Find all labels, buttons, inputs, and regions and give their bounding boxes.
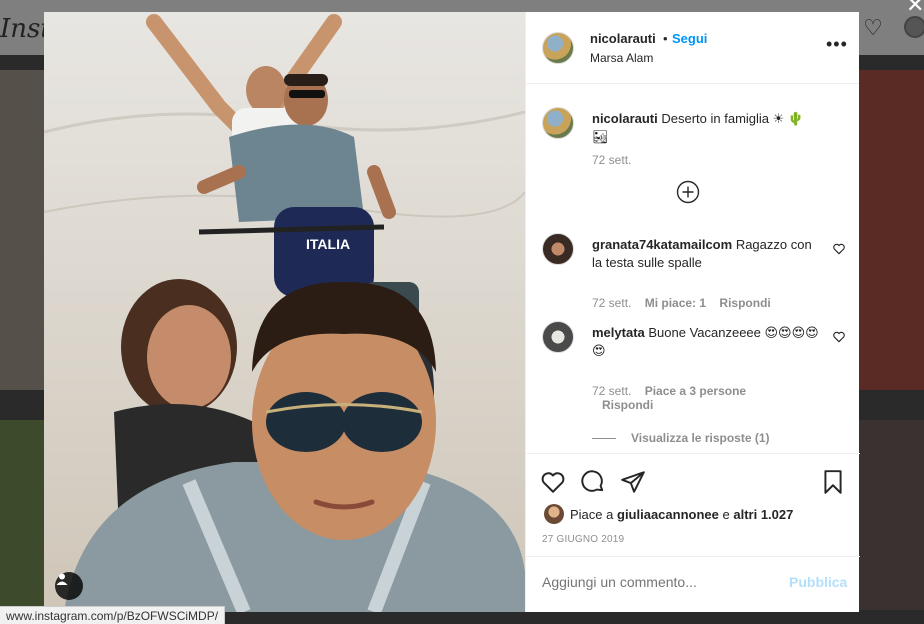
post-header: nicolarauti • Segui Marsa Alam ••• (526, 12, 859, 84)
view-replies-button[interactable]: Visualizza le risposte (1) (631, 431, 770, 445)
user-icon (56, 573, 68, 585)
avatar[interactable] (544, 504, 564, 524)
likes-user[interactable]: giuliaacannonee (617, 507, 719, 522)
comment-username[interactable]: granata74katamailcom (592, 237, 732, 252)
background-tile (859, 420, 924, 610)
likes-summary[interactable]: Piace a giuliaacannonee e altri 1.027 (570, 507, 793, 522)
post-date[interactable]: 27 GIUGNO 2019 (542, 534, 624, 545)
load-more-comments-icon[interactable] (676, 180, 700, 204)
close-icon[interactable]: ✕ (906, 0, 924, 16)
comment-likes[interactable]: Piace a 3 persone (645, 384, 746, 398)
post-sidebar: nicolarauti • Segui Marsa Alam ••• nicol… (525, 12, 860, 612)
comment-text: melytata Buone Vacanzeeee 😍😍😍😍😍 (592, 324, 820, 360)
comment-username[interactable]: melytata (592, 325, 645, 340)
comment-item: granata74katamailcom Ragazzo con la test… (542, 233, 845, 310)
comment-input[interactable] (542, 574, 782, 590)
background-tile (0, 70, 44, 390)
heart-icon[interactable] (832, 242, 846, 256)
avatar[interactable] (542, 233, 574, 265)
add-comment-bar: Pubblica (526, 556, 860, 612)
avatar[interactable] (542, 107, 574, 139)
caption-text: nicolarauti Deserto in famiglia ☀ 🌵🏜 (592, 110, 820, 146)
comment-meta: 72 sett. Piace a 3 persone Rispondi (592, 384, 772, 412)
comments-list[interactable]: nicolarauti Deserto in famiglia ☀ 🌵🏜 72 … (526, 85, 860, 453)
post-modal: ITALIA nicolarauti • Segui Marsa Alam ••… (44, 12, 860, 612)
replies-divider (592, 438, 616, 439)
post-photo-image: ITALIA (44, 12, 525, 612)
caption: nicolarauti Deserto in famiglia ☀ 🌵🏜 72 … (542, 107, 842, 167)
background-tile (0, 420, 44, 610)
bookmark-icon[interactable] (820, 469, 846, 495)
post-location[interactable]: Marsa Alam (590, 51, 653, 65)
avatar[interactable] (542, 321, 574, 353)
comment-text: granata74katamailcom Ragazzo con la test… (592, 236, 820, 272)
reply-button[interactable]: Rispondi (719, 296, 770, 310)
tagged-user-button[interactable] (55, 572, 83, 600)
caption-username[interactable]: nicolarauti (592, 111, 658, 126)
likes-prefix: Piace a (570, 507, 614, 522)
avatar[interactable] (542, 32, 574, 64)
background-tile (859, 70, 924, 390)
heart-icon[interactable]: ♡ (861, 16, 885, 40)
comment-bubble-icon[interactable] (580, 469, 606, 495)
caption-time[interactable]: 72 sett. (592, 153, 631, 167)
comment-item: melytata Buone Vacanzeeee 😍😍😍😍😍 72 sett.… (542, 321, 845, 421)
comment-time[interactable]: 72 sett. (592, 296, 631, 310)
publish-button[interactable]: Pubblica (789, 574, 847, 590)
svg-text:ITALIA: ITALIA (306, 236, 350, 252)
likes-others[interactable]: altri 1.027 (733, 507, 793, 522)
reply-button[interactable]: Rispondi (602, 398, 653, 412)
avatar[interactable] (904, 16, 924, 38)
post-photo: ITALIA (44, 12, 525, 612)
share-send-icon[interactable] (620, 469, 646, 495)
follow-button[interactable]: Segui (672, 31, 707, 46)
comment-likes[interactable]: Mi piace: 1 (645, 296, 706, 310)
likes-connector: e (722, 507, 730, 522)
heart-icon[interactable] (832, 330, 846, 344)
like-heart-icon[interactable] (540, 469, 566, 495)
separator-dot: • (663, 31, 668, 46)
status-bar-url: www.instagram.com/p/BzOFWSCiMDP/ (0, 606, 226, 624)
comment-time[interactable]: 72 sett. (592, 384, 631, 398)
post-username[interactable]: nicolarauti (590, 31, 656, 46)
comment-meta: 72 sett. Mi piace: 1 Rispondi (592, 296, 771, 310)
more-horizontal-icon[interactable]: ••• (826, 35, 848, 53)
post-actions: Piace a giuliaacannonee e altri 1.027 27… (526, 453, 860, 556)
